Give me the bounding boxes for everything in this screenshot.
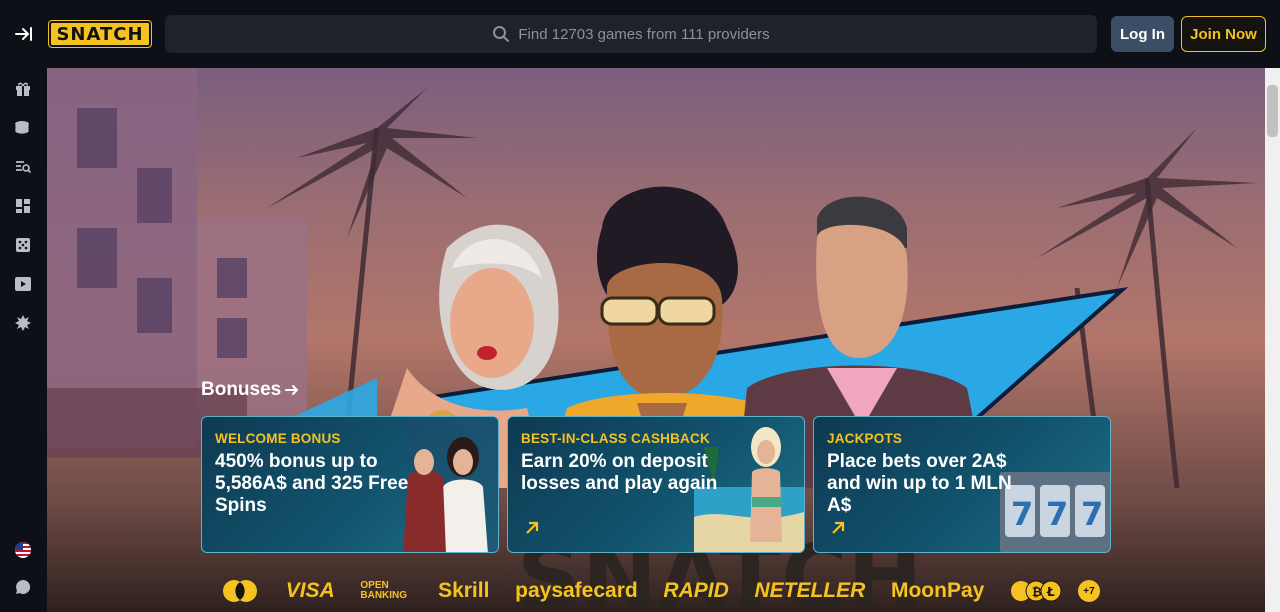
card-text: Earn 20% on deposit losses and play agai… bbox=[521, 451, 718, 494]
more-crypto-badge: +7 bbox=[1078, 580, 1100, 602]
page-scrollbar[interactable] bbox=[1265, 68, 1280, 612]
paysafecard-logo: paysafecard bbox=[515, 579, 638, 602]
mastercard-icon bbox=[223, 580, 257, 602]
coins-icon[interactable] bbox=[14, 119, 32, 137]
svg-text:Ł: Ł bbox=[1046, 585, 1055, 599]
star-burst-icon[interactable] bbox=[14, 314, 32, 332]
rapid-logo: RAPID bbox=[663, 579, 729, 602]
search-list-icon[interactable] bbox=[14, 158, 32, 176]
crypto-coins-icon: ₿ Ł bbox=[1011, 580, 1062, 602]
visa-logo: VISA bbox=[285, 579, 335, 602]
card-text: Place bets over 2A$ and win up to 1 MLN … bbox=[827, 451, 1012, 516]
scrollbar-thumb[interactable] bbox=[1267, 85, 1278, 137]
skrill-logo: Skrill bbox=[438, 579, 490, 602]
grid-icon[interactable] bbox=[14, 197, 32, 215]
search-input[interactable]: Find 12703 games from 111 providers bbox=[165, 15, 1097, 53]
arrow-up-right-icon bbox=[526, 521, 539, 534]
neteller-logo: NETELLER bbox=[754, 579, 866, 602]
site-logo[interactable]: SNATCH bbox=[49, 21, 151, 47]
bonuses-label: Bonuses bbox=[201, 379, 282, 400]
moonpay-logo: MoonPay bbox=[890, 579, 985, 602]
logo-text: SNATCH bbox=[56, 23, 144, 45]
arrow-right-icon bbox=[285, 385, 299, 395]
sidebar bbox=[0, 68, 47, 612]
card-tag: BEST-IN-CLASS CASHBACK bbox=[521, 431, 710, 446]
join-now-button[interactable]: Join Now bbox=[1181, 16, 1266, 52]
welcome-bonus-card[interactable]: WELCOME BONUS 450% bonus up to 5,586A$ a… bbox=[201, 416, 499, 553]
payment-methods: VISA OPEN BANKING Skrill paysafecard RAP… bbox=[220, 572, 1100, 610]
play-icon[interactable] bbox=[14, 275, 32, 293]
search-icon bbox=[492, 25, 510, 43]
open-banking-logo: OPEN BANKING bbox=[360, 580, 408, 601]
svg-text:7: 7 bbox=[1081, 495, 1103, 533]
card-text: 450% bonus up to 5,586A$ and 325 Free Sp… bbox=[215, 451, 409, 516]
card-tag: JACKPOTS bbox=[827, 431, 903, 446]
top-bar: SNATCH Find 12703 games from 111 provide… bbox=[0, 0, 1280, 68]
search-placeholder: Find 12703 games from 111 providers bbox=[518, 25, 770, 43]
crypto-logos: ₿ Ł +7 bbox=[1010, 579, 1100, 603]
card-tag: WELCOME BONUS bbox=[215, 431, 341, 446]
expand-sidebar-icon[interactable] bbox=[12, 22, 36, 46]
dice-icon[interactable] bbox=[14, 236, 32, 254]
cashback-card[interactable]: BEST-IN-CLASS CASHBACK Earn 20% on depos… bbox=[507, 416, 805, 553]
arrow-up-right-icon bbox=[832, 521, 845, 534]
chat-icon[interactable] bbox=[14, 578, 32, 596]
login-button[interactable]: Log In bbox=[1111, 16, 1174, 52]
svg-text:₿: ₿ bbox=[1032, 585, 1042, 599]
jackpots-card[interactable]: 7 7 7 JACKPOTS Place bets over 2A$ and w… bbox=[813, 416, 1111, 553]
gift-icon[interactable] bbox=[14, 80, 32, 98]
flag-us-icon[interactable] bbox=[14, 541, 32, 559]
bonuses-link[interactable]: Bonuses bbox=[201, 379, 299, 401]
svg-text:7: 7 bbox=[1046, 495, 1068, 533]
